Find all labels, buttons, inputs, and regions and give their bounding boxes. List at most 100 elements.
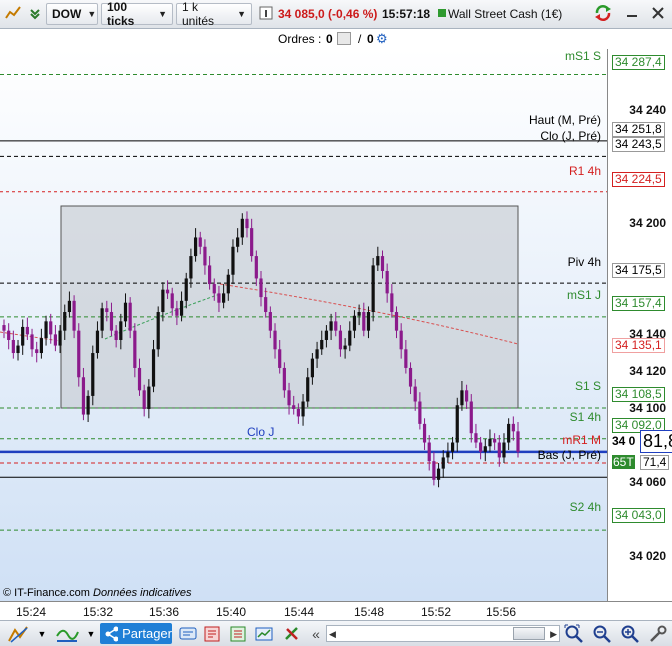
- tag-r1-4h: 34 224,5: [612, 172, 665, 187]
- candle: [427, 442, 431, 462]
- candle: [63, 312, 67, 331]
- orders-book-icon[interactable]: [228, 624, 248, 644]
- candle: [39, 338, 43, 354]
- symbol-select[interactable]: DOW ▼: [46, 3, 98, 25]
- candle: [338, 330, 343, 350]
- candle: [254, 256, 258, 279]
- candle: [465, 390, 469, 402]
- candle: [278, 349, 282, 368]
- candle: [450, 442, 455, 452]
- symbol-label: DOW: [52, 7, 82, 21]
- candle: [324, 330, 329, 340]
- chart-canvas[interactable]: [0, 49, 607, 601]
- candle: [109, 312, 114, 331]
- drawing-tools-icon[interactable]: [6, 624, 32, 644]
- chart-type-icon[interactable]: [3, 3, 23, 23]
- price-axis[interactable]: 34 287,4 34 240 34 251,8 34 243,5 34 224…: [607, 49, 672, 601]
- candle: [133, 330, 137, 368]
- candle: [198, 237, 202, 247]
- candle: [371, 265, 375, 313]
- candle: [91, 353, 95, 396]
- trade-icon[interactable]: [282, 624, 302, 644]
- scroll-left-icon[interactable]: ◀: [329, 629, 336, 640]
- zoom-out-icon[interactable]: [592, 624, 612, 644]
- copyright-text: © IT-Finance.com: [3, 587, 90, 599]
- orders-bar: Ordres : 0 / 0 ⚙: [0, 29, 672, 49]
- level-label-ms1s: mS1 S: [564, 49, 601, 63]
- candle: [151, 349, 156, 387]
- level-label-s1s: S1 S: [574, 379, 601, 393]
- share-button[interactable]: Partager: [100, 623, 172, 644]
- clock-time: 15:57:18: [382, 7, 431, 21]
- units-label: 1 k unités: [182, 0, 215, 28]
- level-label-s2-4h: S2 4h: [569, 500, 601, 514]
- compare-icon[interactable]: [254, 624, 274, 644]
- units-select[interactable]: 1 k unités ▼: [176, 0, 252, 28]
- xtick: 15:40: [216, 605, 247, 619]
- candle: [352, 315, 357, 331]
- candle: [287, 390, 291, 406]
- candle: [95, 330, 100, 354]
- candle: [240, 218, 244, 238]
- current-price-prefix: 34 0: [612, 434, 636, 448]
- scroll-left-double-icon[interactable]: «: [306, 624, 326, 644]
- candle: [86, 395, 90, 415]
- ytick-34240: 34 240: [629, 103, 666, 117]
- candle: [483, 446, 487, 452]
- alert-icon[interactable]: [202, 624, 222, 644]
- price-chart[interactable]: mS1 S Haut (M, Pré) Clo (J, Pré) R1 4h P…: [0, 49, 607, 601]
- candle: [72, 300, 76, 331]
- refresh-icon[interactable]: [592, 3, 614, 23]
- tools-icon[interactable]: [648, 624, 668, 644]
- candle: [446, 451, 450, 458]
- candle: [493, 438, 497, 443]
- bottom-toolbar: ▼ ▼ Partager « ◀ ▶: [0, 620, 672, 646]
- candle: [310, 358, 314, 378]
- candle: [432, 461, 436, 480]
- candle: [222, 293, 226, 303]
- candle: [479, 442, 483, 452]
- candle: [362, 312, 366, 331]
- time-axis[interactable]: 15:24 15:32 15:36 15:40 15:44 15:48 15:5…: [0, 601, 672, 620]
- chevron-down-icon[interactable]: [25, 3, 45, 23]
- ytick-34100: 34 100: [629, 401, 666, 415]
- data-note: Données indicatives: [93, 587, 192, 599]
- candle: [404, 349, 408, 368]
- minimize-icon[interactable]: [622, 3, 642, 23]
- period-select[interactable]: 100 ticks ▼: [101, 0, 173, 28]
- candle: [343, 345, 347, 350]
- gear-icon[interactable]: ⚙: [376, 31, 388, 47]
- caret-down-icon: ▼: [87, 9, 97, 19]
- candle: [123, 302, 128, 322]
- xtick: 15:24: [16, 605, 47, 619]
- scroll-right-icon[interactable]: ▶: [550, 629, 557, 640]
- chat-icon[interactable]: [178, 624, 198, 644]
- candle: [208, 265, 212, 285]
- time-scrollbar[interactable]: ◀ ▶: [326, 625, 560, 642]
- price-change: 34 085,0 (-0,46 %): [278, 7, 378, 21]
- caret-down-icon[interactable]: ▼: [35, 624, 49, 644]
- candle: [502, 442, 506, 458]
- orders-label: Ordres :: [278, 32, 322, 46]
- candle: [268, 312, 272, 331]
- close-icon[interactable]: [648, 3, 668, 23]
- info-icon[interactable]: [256, 3, 276, 23]
- zoom-in-icon[interactable]: [620, 624, 640, 644]
- candle: [296, 408, 300, 417]
- candle: [25, 326, 29, 335]
- candle: [156, 312, 160, 350]
- orders-box-icon[interactable]: [337, 32, 351, 45]
- indicators-icon[interactable]: [54, 624, 80, 644]
- candle: [175, 308, 179, 316]
- period-label: 100 ticks: [107, 0, 135, 28]
- caret-down-icon[interactable]: ▼: [84, 624, 98, 644]
- zoom-fit-icon[interactable]: [564, 624, 584, 644]
- ytick-34020: 34 020: [629, 549, 666, 563]
- xtick: 15:44: [284, 605, 315, 619]
- candle: [53, 334, 57, 346]
- candle: [16, 345, 20, 354]
- candle: [165, 289, 170, 294]
- candle: [49, 321, 53, 335]
- scrollbar-thumb[interactable]: [513, 627, 545, 640]
- candle: [357, 312, 361, 316]
